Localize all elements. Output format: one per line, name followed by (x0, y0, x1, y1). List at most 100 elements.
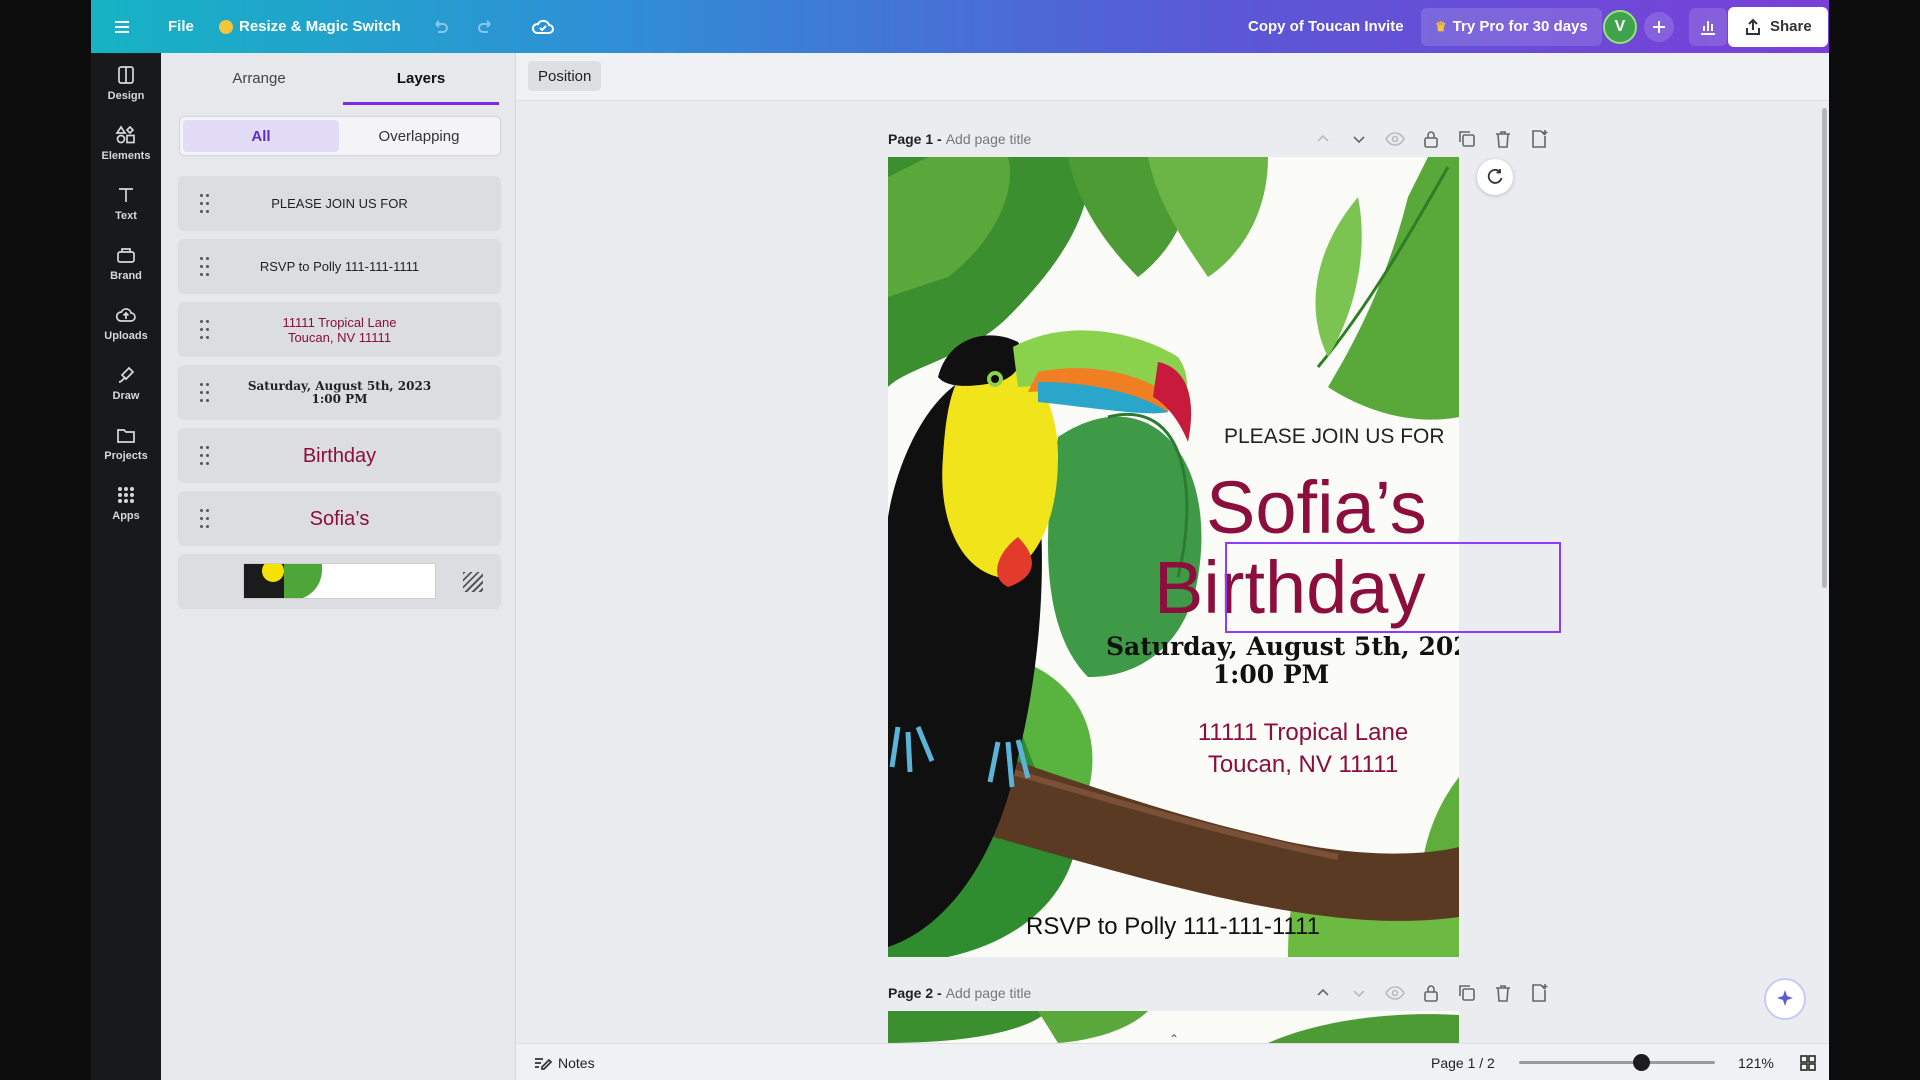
tab-layers[interactable]: Layers (343, 57, 499, 105)
notes-label: Notes (558, 1054, 595, 1071)
drag-handle-icon[interactable] (200, 193, 210, 214)
page-title-input[interactable]: Add page title (946, 985, 1032, 1001)
invite-name-text[interactable]: Sofia’s (1206, 465, 1427, 550)
chevron-down-icon[interactable] (1348, 128, 1370, 150)
eye-icon[interactable] (1384, 982, 1406, 1004)
lock-icon[interactable] (1420, 128, 1442, 150)
page-header: Page 2 - Add page title (888, 982, 1031, 1004)
filter-all[interactable]: All (183, 120, 339, 152)
chevron-up-icon[interactable] (1312, 982, 1334, 1004)
invite-join-text[interactable]: PLEASE JOIN US FOR (1224, 425, 1445, 449)
trash-icon[interactable] (1492, 128, 1514, 150)
position-button[interactable]: Position (528, 61, 602, 91)
page-title-input[interactable]: Add page title (946, 131, 1032, 147)
layer-label-line: 1:00 PM (311, 391, 368, 406)
transparency-icon (463, 572, 483, 592)
hamburger-icon (115, 20, 129, 33)
magic-assistant-button[interactable] (1764, 978, 1806, 1020)
left-rail: Design Elements Text Brand Uploads Draw … (91, 53, 161, 1080)
zoom-slider[interactable] (1519, 1044, 1715, 1080)
top-bar: File Resize & Magic Switch Copy of Touca… (91, 0, 1829, 53)
rail-design[interactable]: Design (91, 53, 161, 113)
grid-view-button[interactable] (1798, 1044, 1818, 1080)
rail-brand[interactable]: Brand (91, 233, 161, 293)
eye-icon[interactable] (1384, 128, 1406, 150)
rail-elements[interactable]: Elements (91, 113, 161, 173)
duplicate-icon[interactable] (1456, 128, 1478, 150)
layer-item[interactable]: PLEASE JOIN US FOR (178, 176, 501, 231)
layer-item[interactable]: Saturday, August 5th, 2023 1:00 PM (178, 365, 501, 420)
invite-date-block[interactable]: Saturday, August 5th, 2023 1:00 PM (1106, 632, 1459, 689)
drag-handle-icon[interactable] (200, 382, 210, 403)
trash-icon[interactable] (1492, 982, 1514, 1004)
background-thumbnail (243, 563, 436, 599)
chevron-down-icon[interactable] (1348, 982, 1370, 1004)
layer-item[interactable]: Sofia’s (178, 491, 501, 546)
vertical-scrollbar[interactable] (1822, 108, 1827, 588)
grid-view-icon (1800, 1054, 1816, 1071)
rail-label: Text (115, 210, 137, 222)
invite-address-block[interactable]: 11111 Tropical Lane Toucan, NV 11111 (1158, 717, 1448, 781)
layer-label-line: Saturday, August 5th, 2023 (247, 378, 432, 393)
filter-overlapping[interactable]: Overlapping (341, 120, 497, 152)
menu-button[interactable] (113, 0, 131, 53)
drag-handle-icon[interactable] (200, 319, 210, 340)
redo-button[interactable] (476, 0, 496, 53)
page-label: Page 1 - (888, 131, 942, 147)
chevron-up-icon[interactable] (1312, 128, 1334, 150)
page-1-canvas[interactable]: PLEASE JOIN US FOR Sofia’s Birthday Satu… (888, 157, 1459, 957)
invite-date-text: Saturday, August 5th, 2023 (1106, 632, 1459, 661)
document-title[interactable]: Copy of Toucan Invite (1248, 0, 1404, 53)
drag-handle-icon[interactable] (200, 508, 210, 529)
add-collaborator-button[interactable] (1644, 0, 1674, 53)
context-toolbar: Position (516, 53, 1829, 101)
crown-icon (219, 19, 233, 34)
share-button[interactable]: Share (1728, 0, 1828, 53)
zoom-level[interactable]: 121% (1738, 1044, 1774, 1080)
rail-label: Projects (104, 450, 148, 462)
invite-rsvp-text[interactable]: RSVP to Polly 111-111-1111 (1026, 913, 1320, 941)
tab-arrange[interactable]: Arrange (181, 57, 337, 105)
undo-button[interactable] (430, 0, 450, 53)
rail-label: Elements (101, 150, 151, 162)
rail-apps[interactable]: Apps (91, 473, 161, 533)
zoom-slider-thumb[interactable] (1632, 1054, 1650, 1071)
drag-handle-icon[interactable] (200, 256, 210, 277)
design-icon (118, 66, 134, 84)
layer-label-line: 11111 Tropical Lane (282, 314, 397, 330)
notes-button[interactable]: Notes (532, 1044, 595, 1080)
rail-uploads[interactable]: Uploads (91, 293, 161, 353)
layer-item[interactable]: RSVP to Polly 111-111-1111 (178, 239, 501, 294)
invite-event-text[interactable]: Birthday (1154, 545, 1425, 630)
lock-icon[interactable] (1420, 982, 1442, 1004)
duplicate-icon[interactable] (1456, 982, 1478, 1004)
redo-icon (478, 19, 491, 33)
try-pro-label: Try Pro for 30 days (1452, 18, 1588, 35)
layer-item-background[interactable] (178, 554, 501, 609)
cloud-save-button[interactable] (531, 0, 555, 53)
layer-item[interactable]: 11111 Tropical Lane Toucan, NV 11111 (178, 302, 501, 357)
drag-handle-icon[interactable] (200, 445, 210, 466)
layer-filter: All Overlapping (179, 116, 501, 156)
insights-button[interactable] (1689, 0, 1727, 53)
add-page-icon[interactable] (1528, 982, 1550, 1004)
rotate-button[interactable] (1477, 159, 1513, 195)
rail-text[interactable]: Text (91, 173, 161, 233)
rail-label: Draw (112, 390, 140, 402)
collapse-handle[interactable]: ⌃ (1164, 1033, 1184, 1045)
file-menu[interactable]: File (168, 0, 194, 53)
layer-item[interactable]: Birthday (178, 428, 501, 483)
share-label: Share (1770, 18, 1812, 35)
text-icon (119, 188, 133, 202)
add-page-icon[interactable] (1528, 128, 1550, 150)
rail-draw[interactable]: Draw (91, 353, 161, 413)
page-indicator[interactable]: Page 1 / 2 (1431, 1044, 1495, 1080)
crown-icon: ♛ (1435, 18, 1447, 34)
layers-panel: Arrange Layers All Overlapping PLEASE JO… (161, 53, 516, 1080)
zoom-slider-track[interactable] (1519, 1054, 1715, 1071)
resize-button[interactable]: Resize & Magic Switch (219, 0, 401, 53)
try-pro-button[interactable]: ♛ Try Pro for 30 days (1421, 0, 1602, 53)
avatar[interactable]: V (1603, 0, 1637, 53)
projects-icon (117, 429, 135, 443)
rail-projects[interactable]: Projects (91, 413, 161, 473)
